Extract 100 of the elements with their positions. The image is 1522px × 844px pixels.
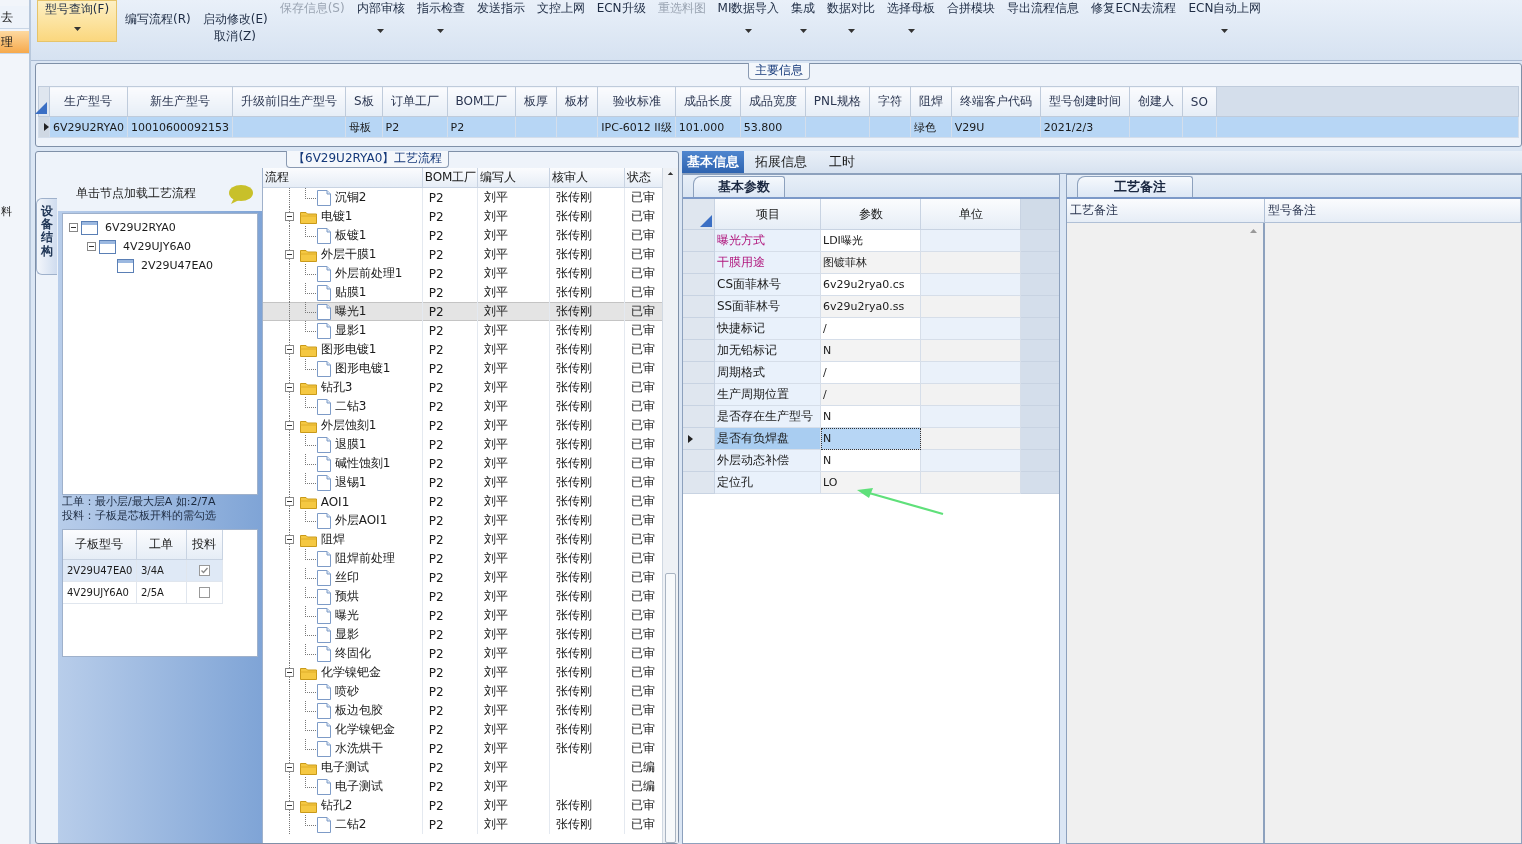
grid-row[interactable]: 预烘 P2 刘平 张传刚 已审 xyxy=(262,587,663,606)
column-header[interactable]: 编写人 xyxy=(477,168,550,187)
checkbox[interactable] xyxy=(198,565,210,576)
grid-row[interactable]: AOI1 P2 刘平 张传刚 已审 xyxy=(262,492,663,511)
column-header[interactable]: 项目 xyxy=(715,199,821,230)
grid-row[interactable]: 显影1 P2 刘平 张传刚 已审 xyxy=(262,321,663,340)
column-header[interactable]: 子板型号 xyxy=(62,530,137,560)
tree-node[interactable]: 阻焊前处理 xyxy=(334,550,395,567)
collapse-icon[interactable] xyxy=(284,421,294,430)
grid-row[interactable]: 外层干膜1 P2 刘平 张传刚 已审 xyxy=(262,245,663,264)
grid-row[interactable]: 电子测试 P2 刘平 已编 xyxy=(262,758,663,777)
column-header[interactable]: 参数 xyxy=(821,199,921,230)
tree-node[interactable]: 板边包胶 xyxy=(334,702,383,719)
grid-row[interactable]: 二钻2 P2 刘平 张传刚 已审 xyxy=(262,815,663,834)
ribbon-button[interactable]: 编写流程(R) xyxy=(121,0,195,28)
collapse-icon[interactable] xyxy=(284,497,294,506)
grid-row[interactable]: 曝光1 P2 刘平 张传刚 已审 xyxy=(262,302,663,321)
ribbon-button[interactable]: 指示检查 xyxy=(412,0,469,33)
grid-row[interactable]: 钻孔2 P2 刘平 张传刚 已审 xyxy=(262,796,663,815)
tree-node[interactable]: 沉铜2 xyxy=(334,189,367,206)
tree-node[interactable]: 二钻2 xyxy=(334,816,367,833)
grid-row[interactable]: 外层蚀刻1 P2 刘平 张传刚 已审 xyxy=(262,416,663,435)
tree-node[interactable]: 贴膜1 xyxy=(334,284,367,301)
tree-node[interactable]: 化学镍钯金 xyxy=(334,721,395,738)
grid-row[interactable]: 图形电镀1 P2 刘平 张传刚 已审 xyxy=(262,359,663,378)
grid-row[interactable]: 碱性蚀刻1 P2 刘平 张传刚 已审 xyxy=(262,454,663,473)
scrollbar[interactable] xyxy=(662,168,678,843)
ribbon-button[interactable]: 数据对比 xyxy=(823,0,880,33)
tree-node[interactable]: 阻焊 xyxy=(320,531,345,548)
column-header[interactable]: 工艺备注 xyxy=(1067,199,1265,223)
grid-row[interactable]: 化学镍钯金 P2 刘平 张传刚 已审 xyxy=(262,720,663,739)
grid-row[interactable]: 钻孔3 P2 刘平 张传刚 已审 xyxy=(262,378,663,397)
tree-node[interactable]: 水洗烘干 xyxy=(334,740,383,757)
column-header[interactable]: 核审人 xyxy=(549,168,625,187)
tree-node[interactable]: 碱性蚀刻1 xyxy=(334,455,391,472)
column-header[interactable]: SO xyxy=(1182,86,1217,117)
tree-node[interactable]: 6V29U2RYA0 xyxy=(100,221,180,234)
tab[interactable]: 基本参数 xyxy=(693,176,785,197)
column-header[interactable]: BOM工厂 xyxy=(422,168,478,187)
column-header[interactable]: 板材 xyxy=(556,86,598,117)
grid-row[interactable]: 阻焊 P2 刘平 张传刚 已审 xyxy=(262,530,663,549)
tree-node[interactable]: 电镀1 xyxy=(320,208,353,225)
tree-node[interactable]: 板镀1 xyxy=(334,227,367,244)
nav-item[interactable]: 去 xyxy=(0,6,29,29)
row-header[interactable] xyxy=(683,428,715,450)
column-header[interactable]: 验收标准 xyxy=(597,86,676,117)
column-header[interactable]: BOM工厂 xyxy=(447,86,516,117)
column-header[interactable]: 投料 xyxy=(186,530,223,560)
grid-row[interactable]: 显影 P2 刘平 张传刚 已审 xyxy=(262,625,663,644)
tree-node[interactable]: 电子测试 xyxy=(334,778,383,795)
ribbon-button[interactable]: 文控上网 xyxy=(532,0,589,17)
tree-node[interactable]: 外层AOI1 xyxy=(334,512,388,529)
grid-row[interactable]: 喷砂 P2 刘平 张传刚 已审 xyxy=(262,682,663,701)
ribbon-button[interactable]: ECN自动上网 xyxy=(1184,0,1266,33)
tab[interactable]: 基本信息 xyxy=(682,151,744,173)
row-header[interactable] xyxy=(38,116,50,138)
collapse-icon[interactable] xyxy=(284,668,294,677)
grid-row[interactable]: 图形电镀1 P2 刘平 张传刚 已审 xyxy=(262,340,663,359)
grid-row[interactable]: 电子测试 P2 刘平 已编 xyxy=(262,777,663,796)
column-header[interactable]: 型号创建时间 xyxy=(1040,86,1130,117)
grid-row[interactable]: 曝光 P2 刘平 张传刚 已审 xyxy=(262,606,663,625)
tree-node[interactable]: 喷砂 xyxy=(334,683,359,700)
table-cell[interactable]: 4V29UJY6A0 xyxy=(62,582,137,604)
column-header[interactable]: 成品长度 xyxy=(675,86,741,117)
column-header[interactable]: 工单 xyxy=(136,530,187,560)
column-header[interactable]: PNL规格 xyxy=(805,86,870,117)
grid-row[interactable]: 水洗烘干 P2 刘平 张传刚 已审 xyxy=(262,739,663,758)
column-header[interactable]: 阻焊 xyxy=(910,86,952,117)
collapse-icon[interactable] xyxy=(284,250,294,259)
collapse-icon[interactable] xyxy=(68,223,78,232)
column-header[interactable]: 创建人 xyxy=(1129,86,1183,117)
column-header[interactable]: 流程 xyxy=(262,168,423,187)
tree-node[interactable]: AOI1 xyxy=(320,494,350,509)
tree-node[interactable]: 曝光1 xyxy=(334,303,367,320)
ribbon-button[interactable]: 合拼模块 xyxy=(943,0,1000,17)
tree-node[interactable]: 图形电镀1 xyxy=(334,360,391,377)
tab[interactable]: 工艺备注 xyxy=(1077,176,1193,197)
tree-node[interactable]: 4V29UJY6A0 xyxy=(118,240,196,253)
scroll-thumb[interactable] xyxy=(665,573,676,843)
column-header[interactable]: 生产型号 xyxy=(49,86,128,117)
ribbon-button[interactable]: 型号查询(F) xyxy=(37,0,117,42)
column-header[interactable]: 单位 xyxy=(921,199,1021,230)
tree-node[interactable]: 丝印 xyxy=(334,569,359,586)
grid-row[interactable]: 退锡1 P2 刘平 张传刚 已审 xyxy=(262,473,663,492)
ribbon-button[interactable]: 集成 xyxy=(787,0,820,33)
tree-node[interactable]: 钻孔3 xyxy=(320,379,353,396)
tree-node[interactable]: 2V29U47EA0 xyxy=(136,259,217,272)
ribbon-button[interactable]: 启动修改(E) 取消(Z) xyxy=(198,0,272,45)
ribbon-button[interactable]: 内部审核 xyxy=(352,0,409,33)
grid-row[interactable]: 阻焊前处理 P2 刘平 张传刚 已审 xyxy=(262,549,663,568)
tab[interactable]: 工时 xyxy=(818,151,866,173)
grid-row[interactable]: 板镀1 P2 刘平 张传刚 已审 xyxy=(262,226,663,245)
grid-row[interactable]: 外层AOI1 P2 刘平 张传刚 已审 xyxy=(262,511,663,530)
tab[interactable]: 拓展信息 xyxy=(744,151,818,173)
ribbon-button[interactable]: 选择母板 xyxy=(883,0,940,33)
tree-node[interactable]: 显影1 xyxy=(334,322,367,339)
column-header[interactable]: 型号备注 xyxy=(1265,199,1521,223)
tree-node[interactable]: 二钻3 xyxy=(334,398,367,415)
collapse-icon[interactable] xyxy=(86,242,96,251)
grid-row[interactable]: 退膜1 P2 刘平 张传刚 已审 xyxy=(262,435,663,454)
